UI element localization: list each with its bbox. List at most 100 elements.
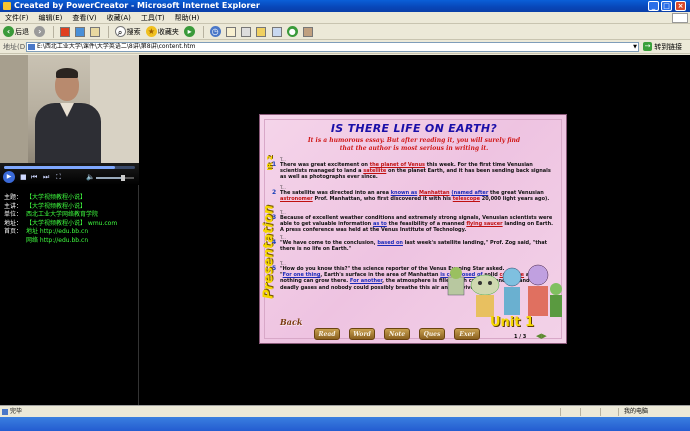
toolbar: ‹ 后退 › ⌕ 搜索 ★ 收藏夹 ▸ ◷ ● — [0, 24, 690, 40]
paragraph: T... 4 "We have come to the conclusion, ba… — [272, 235, 558, 252]
paragraph-number: 1 — [272, 161, 277, 168]
media-player-controls: ▶ ■ ⏮ ⏭ ⛶ 🔈 — [0, 163, 139, 185]
nav-read-button[interactable]: Read — [314, 328, 340, 340]
seek-bar[interactable] — [4, 166, 135, 169]
mail-button[interactable] — [225, 24, 236, 40]
info-row: 网络 http://edu.bb.cn — [4, 237, 137, 246]
vocab-term[interactable]: satellite — [363, 168, 386, 174]
paragraph-text: , Earth's surface in the area of Manhatt… — [320, 272, 441, 279]
nav-ques-button[interactable]: Ques — [419, 328, 445, 340]
vocab-term[interactable]: astronomer — [280, 196, 313, 202]
info-value: 西北工业大学网络教育学院 — [26, 211, 99, 219]
page-content: ▶ ■ ⏮ ⏭ ⛶ 🔈 主题： 【大学视频教程小说】 主讲： 【大学视频教程小说】 单位… — [0, 55, 690, 405]
stop-icon — [59, 27, 70, 37]
status-bar: 完毕 我的电脑 — [0, 405, 690, 417]
vocab-term[interactable]: flying saucer — [466, 221, 502, 227]
menu-bar: 文件(F) 编辑(E) 查看(V) 收藏(A) 工具(T) 帮助(H) — [0, 12, 690, 24]
menu-view[interactable]: 查看(V) — [67, 12, 101, 24]
stop-icon[interactable]: ■ — [20, 173, 27, 182]
next-icon[interactable]: ⏭ — [43, 173, 49, 182]
forward-button[interactable]: › — [34, 24, 46, 40]
done-page-icon — [2, 409, 8, 415]
research-button[interactable] — [302, 24, 313, 40]
info-value: 【大学视频教程小说】 — [26, 202, 87, 210]
nav-note-button[interactable]: Note — [384, 328, 410, 340]
unit-label: Unit 1 — [490, 315, 535, 330]
search-icon: ⌕ — [114, 26, 126, 37]
discuss-button[interactable] — [271, 24, 282, 40]
paragraph-text: 20,000 light years ago). — [479, 196, 550, 203]
info-value: 网络 http://edu.bb.cn — [26, 236, 89, 244]
nav-word-button[interactable]: Word — [349, 328, 375, 340]
next-page-icon[interactable]: ▶ — [541, 332, 546, 340]
messenger-button[interactable]: ● — [286, 24, 298, 40]
stop-button[interactable] — [59, 24, 70, 40]
menu-tools[interactable]: 工具(T) — [136, 12, 170, 24]
vocab-term[interactable]: (named after — [451, 190, 488, 196]
vocab-term[interactable]: telescope — [453, 196, 480, 202]
nav-exer-button[interactable]: Exer — [454, 328, 480, 340]
search-button[interactable]: ⌕ 搜索 — [114, 24, 141, 40]
vocab-term[interactable]: For another — [350, 278, 382, 284]
info-value: 地址 http://edu.bb.cn — [26, 228, 89, 236]
history-icon: ◷ — [209, 26, 221, 37]
info-key: 主讲： — [4, 202, 23, 210]
info-row: 主讲： 【大学视频教程小说】 — [4, 203, 137, 212]
home-button[interactable] — [90, 24, 101, 40]
print-button[interactable] — [241, 24, 252, 40]
edit-button[interactable] — [256, 24, 267, 40]
paragraph-number: 5 — [272, 265, 277, 272]
volume-knob[interactable] — [120, 175, 125, 181]
address-input[interactable]: E:\西北工业大学\课件\大学英语二\8讲\第8讲\content.htm — [26, 42, 639, 52]
previous-icon[interactable]: ⏮ — [31, 173, 37, 182]
paragraph-text: "We have come to the conclusion, — [280, 240, 378, 246]
refresh-icon — [74, 27, 85, 37]
close-button[interactable]: × — [675, 1, 686, 11]
fullscreen-icon[interactable]: ⛶ — [56, 173, 61, 182]
paragraph: T... 3 Because of excellent weather condit… — [272, 210, 558, 234]
play-button[interactable]: ▶ — [3, 171, 15, 183]
favorites-button[interactable]: ★ 收藏夹 — [145, 24, 179, 40]
vocab-term[interactable]: as to — [373, 221, 387, 227]
history-button[interactable]: ◷ — [209, 24, 221, 40]
volume-slider[interactable] — [96, 175, 134, 181]
address-bar: 地址(D) E:\西北工业大学\课件\大学英语二\8讲\第8讲\content.… — [0, 40, 690, 54]
back-link[interactable]: Back — [280, 317, 302, 327]
menu-file[interactable]: 文件(F) — [0, 12, 34, 24]
minimize-button[interactable]: _ — [648, 1, 659, 11]
back-button[interactable]: ‹ 后退 — [3, 24, 29, 40]
discuss-icon — [271, 27, 282, 37]
taskbar — [0, 417, 690, 431]
paragraph: T... 2 The satellite was directed into an … — [272, 185, 558, 203]
info-key: 单位： — [4, 211, 23, 219]
paragraph-text: The satellite was directed into an area — [280, 190, 391, 196]
paragraph-text: the feasibility of a manned — [386, 221, 467, 228]
vocab-term[interactable]: known as — [391, 190, 418, 196]
info-key: 主题： — [4, 194, 23, 201]
ie-icon — [3, 2, 11, 10]
go-button[interactable]: → 转到 — [643, 42, 668, 52]
vocab-term[interactable]: For one thing — [283, 272, 321, 278]
media-button[interactable]: ▸ — [184, 24, 196, 40]
vocab-term[interactable]: based on — [377, 240, 403, 246]
lecture-video[interactable] — [0, 55, 139, 163]
maximize-button[interactable]: □ — [661, 1, 672, 11]
address-dropdown-icon[interactable]: ▼ — [632, 43, 638, 51]
menu-help[interactable]: 帮助(H) — [170, 12, 205, 24]
menu-edit[interactable]: 编辑(E) — [34, 12, 68, 24]
page-indicator: 1 / 3 — [514, 334, 527, 340]
printer-icon — [241, 27, 252, 37]
vocab-term[interactable]: Manhattan — [419, 190, 450, 196]
menu-favorites[interactable]: 收藏(A) — [102, 12, 136, 24]
course-info: 主题： 【大学视频教程小说】 主讲： 【大学视频教程小说】 单位： 西北工业大学网络教育学… — [4, 194, 137, 246]
links-button[interactable]: 链接 — [668, 40, 682, 54]
vocab-term[interactable]: the planet of Venus — [370, 162, 425, 168]
refresh-button[interactable] — [74, 24, 85, 40]
title-bar: Created by PowerCreator - Microsoft Inte… — [0, 0, 690, 12]
messenger-icon: ● — [286, 26, 298, 37]
info-row: 首页： 地址 http://edu.bb.cn — [4, 228, 137, 237]
slide-title: IS THERE LIFE ON EARTH? — [330, 122, 498, 135]
info-row: 单位： 西北工业大学网络教育学院 — [4, 211, 137, 220]
speaker-icon[interactable]: 🔈 — [86, 173, 95, 182]
forward-arrow-icon: › — [34, 26, 46, 37]
